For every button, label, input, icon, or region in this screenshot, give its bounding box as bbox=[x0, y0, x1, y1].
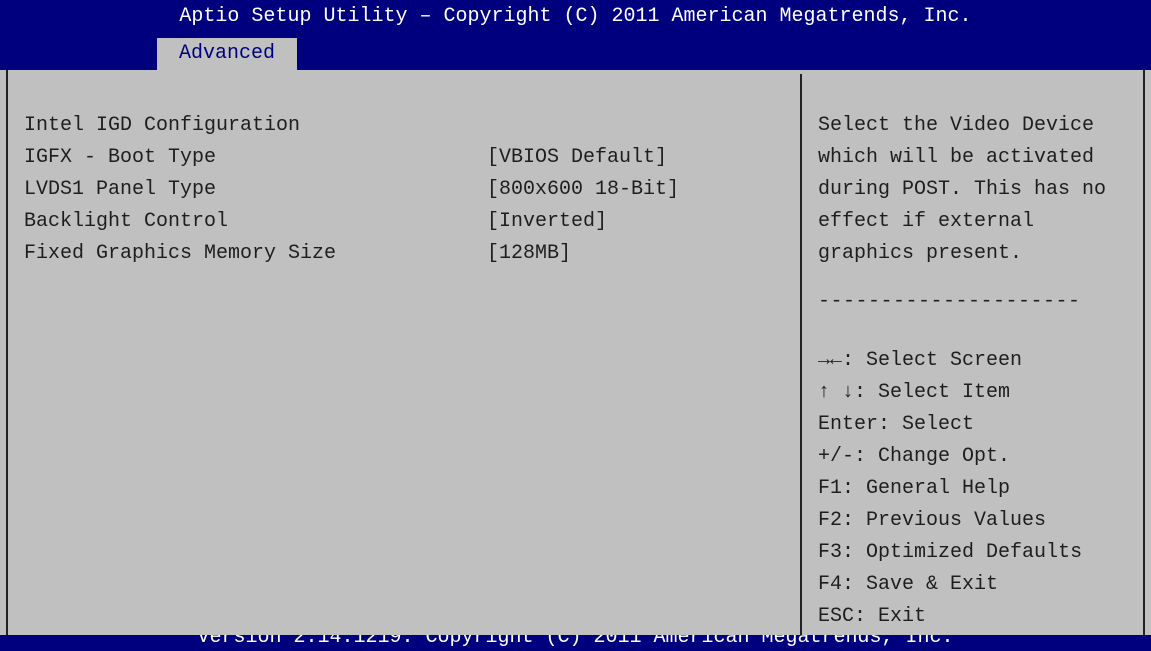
key-name: F3: bbox=[818, 541, 855, 564]
key-legend-item: ESC: Exit bbox=[818, 601, 1082, 633]
key-name: F1: bbox=[818, 477, 855, 500]
bios-title: Aptio Setup Utility – Copyright (C) 2011… bbox=[179, 5, 972, 28]
tab-advanced[interactable]: Advanced bbox=[157, 38, 297, 70]
key-action: Select Item bbox=[878, 381, 1011, 404]
key-name: F2: bbox=[818, 509, 855, 532]
setting-label: Backlight Control bbox=[24, 210, 229, 233]
key-name: ESC: bbox=[818, 605, 867, 628]
key-action: Select bbox=[902, 413, 975, 436]
key-legend-item: F3: Optimized Defaults bbox=[818, 537, 1082, 569]
tab-advanced-label: Advanced bbox=[178, 42, 275, 65]
help-separator: --------------------- bbox=[818, 290, 1081, 313]
key-legend-item: F1: General Help bbox=[818, 473, 1082, 505]
key-action: Select Screen bbox=[866, 349, 1023, 372]
setting-value[interactable]: [800x600 18-Bit] bbox=[487, 174, 679, 206]
key-legend-item: +/-: Change Opt. bbox=[818, 441, 1082, 473]
key-legend-item: →←: Select Screen bbox=[818, 345, 1082, 377]
help-description: Select the Video Device which will be ac… bbox=[818, 110, 1143, 270]
bios-title-bar: Aptio Setup Utility – Copyright (C) 2011… bbox=[0, 0, 1151, 34]
up-down-arrows-icon: ↑ ↓: bbox=[818, 381, 867, 404]
key-action: Optimized Defaults bbox=[866, 541, 1083, 564]
tab-bar: Advanced bbox=[0, 34, 1151, 70]
setting-label: LVDS1 Panel Type bbox=[24, 178, 217, 201]
setting-value[interactable]: [VBIOS Default] bbox=[487, 142, 667, 174]
key-legend-item: F2: Previous Values bbox=[818, 505, 1082, 537]
help-line: during POST. This has no bbox=[818, 178, 1107, 201]
key-legend-item: Enter: Select bbox=[818, 409, 1082, 441]
key-legend: →←: Select Screen ↑ ↓: Select Item Enter… bbox=[818, 345, 1082, 633]
setting-label: IGFX - Boot Type bbox=[24, 146, 217, 169]
help-line: which will be activated bbox=[818, 146, 1095, 169]
left-right-arrows-icon: →←: bbox=[818, 349, 855, 372]
help-panel: Select the Video Device which will be ac… bbox=[818, 110, 1143, 318]
key-action: Exit bbox=[878, 605, 927, 628]
panel-divider bbox=[800, 74, 802, 635]
key-name: Enter: bbox=[818, 413, 891, 436]
key-legend-item: ↑ ↓: Select Item bbox=[818, 377, 1082, 409]
version-footer: Version 2.14.1219. Copyright (C) 2011 Am… bbox=[0, 635, 1151, 651]
key-legend-item: F4: Save & Exit bbox=[818, 569, 1082, 601]
key-action: Previous Values bbox=[866, 509, 1047, 532]
help-line: effect if external bbox=[818, 210, 1035, 233]
key-name: +/-: bbox=[818, 445, 867, 468]
version-text: Version 2.14.1219. Copyright (C) 2011 Am… bbox=[197, 635, 954, 649]
section-heading-text: Intel IGD Configuration bbox=[24, 114, 301, 137]
setting-value[interactable]: [Inverted] bbox=[487, 206, 607, 238]
setting-value[interactable]: [128MB] bbox=[487, 238, 571, 270]
key-action: Change Opt. bbox=[878, 445, 1011, 468]
key-action: Save & Exit bbox=[866, 573, 999, 596]
key-action: General Help bbox=[866, 477, 1011, 500]
help-line: graphics present. bbox=[818, 242, 1023, 265]
help-line: Select the Video Device bbox=[818, 114, 1095, 137]
setting-label: Fixed Graphics Memory Size bbox=[24, 242, 337, 265]
key-name: F4: bbox=[818, 573, 855, 596]
